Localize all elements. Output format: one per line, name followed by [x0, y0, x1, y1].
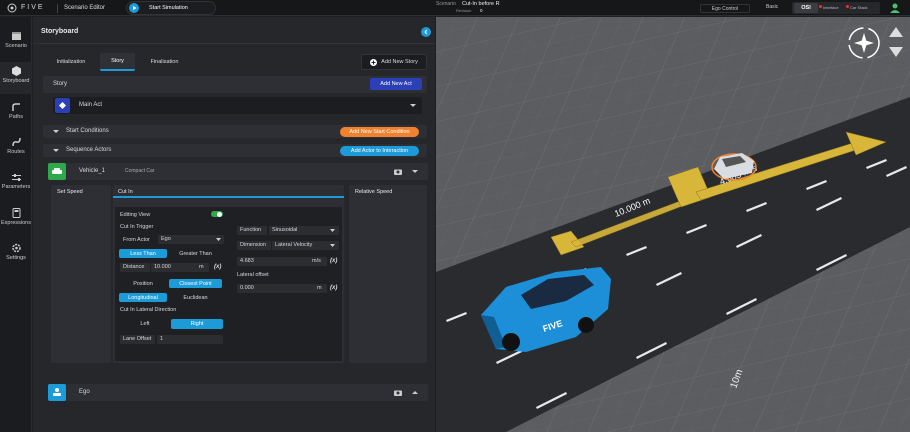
caret-down-icon[interactable] — [53, 148, 59, 153]
caret-down-icon[interactable] — [53, 129, 59, 134]
expression-button[interactable]: (x) — [330, 285, 337, 291]
camera-rotate-icon[interactable] — [888, 27, 904, 57]
cut-in-column: Cut In Editing View Cut In Trigger From … — [113, 185, 344, 363]
sliders-icon — [11, 174, 21, 181]
storyboard-panel: Storyboard Initialization Story Finalisa… — [33, 17, 435, 432]
collapse-panel-icon[interactable] — [421, 27, 431, 37]
right-button[interactable]: Right — [171, 319, 223, 329]
chevron-down-icon[interactable] — [412, 169, 418, 174]
calculator-icon — [12, 208, 20, 218]
actor-row[interactable]: Vehicle_1 Compact Car — [48, 163, 428, 180]
tab-finalisation[interactable]: Finalisation — [137, 53, 192, 71]
euclidean-button[interactable]: Euclidean — [169, 293, 222, 302]
velocity-input[interactable]: 4.683 m/s — [237, 257, 327, 266]
story-row: Story Add New Act — [43, 76, 427, 93]
chevron-down-icon — [216, 238, 221, 241]
lane-offset-input[interactable]: 1 — [157, 335, 223, 344]
add-story-button[interactable]: Add New Story — [361, 54, 427, 70]
box-icon — [11, 66, 21, 76]
act-name: Main Act — [79, 102, 103, 108]
left-button[interactable]: Left — [119, 319, 171, 329]
nav-settings[interactable]: Settings — [0, 239, 32, 271]
scenario-label: Scenario — [436, 1, 456, 7]
basic-button[interactable]: Basic — [766, 4, 778, 10]
five-logo-icon — [7, 3, 17, 13]
ego-row[interactable]: Ego — [48, 384, 428, 401]
camera-icon[interactable] — [394, 389, 402, 396]
ego-name: Ego — [79, 389, 90, 395]
add-actor-button[interactable]: Add Actor to Interaction — [340, 145, 419, 156]
longitudinal-button[interactable]: Longitudinal — [119, 293, 167, 302]
sequence-actors-row: Sequence Actors Add Actor to Interaction — [43, 144, 427, 157]
dimension-select[interactable]: Lateral Velocity — [272, 241, 339, 250]
add-act-button[interactable]: Add New Act — [370, 78, 422, 90]
chevron-up-icon[interactable] — [412, 390, 418, 395]
app-title: Scenario Editor — [64, 4, 106, 11]
car-icon — [48, 163, 66, 180]
nav-storyboard[interactable]: Storyboard — [0, 62, 32, 94]
nav-parameters[interactable]: Parameters — [0, 168, 32, 200]
editing-view-toggle[interactable] — [211, 211, 223, 217]
clapper-icon — [11, 32, 21, 40]
expression-button[interactable]: (x) — [330, 258, 337, 264]
nav-expressions[interactable]: Expressions — [0, 204, 32, 236]
from-actor-select[interactable]: Ego — [158, 235, 224, 244]
revision-value: 0 — [480, 8, 483, 13]
position-button[interactable]: Position — [119, 279, 167, 288]
nav-scenario[interactable]: Scenario — [0, 27, 32, 59]
tab-story[interactable]: Story — [100, 53, 135, 71]
camera-icon[interactable] — [394, 168, 402, 175]
relative-speed-column: Relative Speed — [349, 185, 427, 363]
act-row[interactable]: Main Act — [53, 97, 422, 114]
brand-name: FIVE — [21, 4, 45, 11]
panel-title: Storyboard — [41, 28, 79, 35]
osi-toggle[interactable]: OSI Interface Car Stack — [792, 2, 880, 14]
function-select[interactable]: Sinusoidal — [269, 226, 339, 235]
chevron-down-icon — [330, 244, 335, 247]
nav-paths[interactable]: Paths — [0, 98, 32, 130]
revision-label: Revision — [456, 8, 472, 13]
lateral-offset-input[interactable]: 0.000 m — [237, 284, 327, 293]
less-than-button[interactable]: Less Than — [119, 249, 167, 258]
dimension-label: Dimension — [237, 241, 271, 250]
left-nav: Scenario Storyboard Paths Routes Paramet… — [0, 17, 32, 432]
user-icon[interactable] — [889, 2, 901, 14]
chevron-down-icon — [330, 229, 335, 232]
play-icon — [129, 3, 139, 13]
actor-type: Compact Car — [125, 168, 155, 174]
top-bar: FIVE Scenario Editor Start Simulation Sc… — [0, 0, 910, 16]
gear-icon — [11, 243, 21, 253]
actor-name: Vehicle_1 — [79, 168, 106, 174]
expression-button[interactable]: (x) — [214, 264, 221, 270]
plus-circle-icon — [370, 58, 378, 66]
chevron-down-icon[interactable] — [410, 103, 416, 108]
scene-viewport[interactable]: 10.000 m 4.683 m/s 10m FIVE — [436, 17, 910, 432]
start-simulation-button[interactable]: Start Simulation — [126, 1, 216, 15]
lane-offset-label: Lane Offset — [120, 335, 155, 344]
ego-control-button[interactable]: Ego Control — [700, 4, 750, 13]
tab-initialization[interactable]: Initialization — [45, 53, 97, 71]
route-icon — [11, 137, 21, 147]
target-vehicle — [711, 153, 757, 181]
nav-routes[interactable]: Routes — [0, 133, 32, 165]
act-icon — [55, 98, 70, 113]
closest-point-button[interactable]: Closest Point — [169, 279, 222, 288]
compass-icon[interactable] — [846, 25, 882, 61]
set-speed-column: Set Speed — [51, 185, 111, 363]
start-conditions-row: Start Conditions Add New Start Condition — [43, 125, 427, 138]
distance-label: Distance — [120, 263, 150, 272]
greater-than-button[interactable]: Greater Than — [169, 249, 222, 258]
person-car-icon — [48, 384, 66, 401]
function-label: Function — [237, 226, 267, 235]
distance-input[interactable]: 10.000 m — [151, 263, 209, 272]
scenario-name: Cut-In before R — [462, 1, 500, 7]
add-start-condition-button[interactable]: Add New Start Condition — [340, 126, 419, 137]
path-icon — [11, 103, 20, 111]
